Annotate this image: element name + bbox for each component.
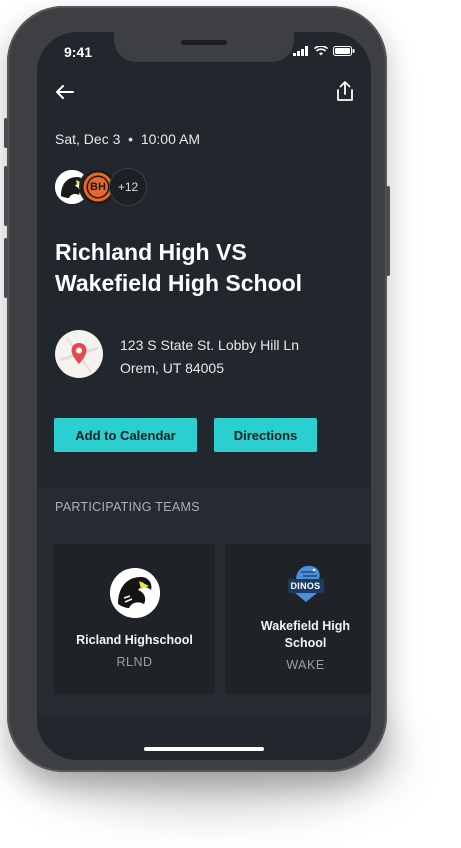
mute-switch (4, 118, 8, 148)
map-thumbnail[interactable] (55, 330, 103, 378)
signal-icon (293, 46, 308, 56)
event-location[interactable]: 123 S State St. Lobby Hill Ln Orem, UT 8… (55, 330, 299, 380)
team-name: Ricland Highschool (76, 633, 193, 647)
status-time: 9:41 (64, 44, 93, 60)
team-card[interactable]: Ricland Highschool RLND (54, 544, 215, 694)
volume-up-button (4, 166, 8, 226)
team-name: Wakefield High School (260, 619, 351, 650)
dinos-logo-text: DINOS (290, 581, 321, 591)
volume-down-button (4, 238, 8, 298)
map-pin-icon (56, 331, 102, 377)
add-to-calendar-button[interactable]: Add to Calendar (54, 418, 197, 452)
phone-frame: 9:41 Sat, Dec 3 • 10:00 AM BH +12 Richla… (4, 6, 390, 772)
share-icon[interactable] (335, 80, 355, 102)
battery-icon (333, 46, 355, 56)
address-line1: 123 S State St. Lobby Hill Ln (120, 337, 299, 353)
address-line2: Orem, UT 84005 (120, 360, 225, 376)
event-title: Richland High VS Wakefield High School (55, 237, 355, 299)
teams-list: Ricland Highschool RLND DINOS Wakefield … (37, 526, 371, 716)
app-screen: 9:41 Sat, Dec 3 • 10:00 AM BH +12 Richla… (37, 32, 371, 760)
team-abbreviation: WAKE (286, 658, 325, 672)
event-datetime: Sat, Dec 3 • 10:00 AM (55, 131, 200, 147)
team-card[interactable]: DINOS Wakefield High School WAKE (225, 544, 371, 694)
arrow-left-icon[interactable] (55, 84, 75, 100)
notch (114, 32, 294, 62)
power-button (386, 186, 390, 276)
event-title-line1: Richland High VS (55, 239, 247, 265)
address: 123 S State St. Lobby Hill Ln Orem, UT 8… (120, 334, 299, 380)
directions-button[interactable]: Directions (214, 418, 317, 452)
home-indicator[interactable] (144, 747, 264, 751)
team-abbreviation: RLND (116, 655, 153, 669)
more-attendees-badge[interactable]: +12 (109, 168, 147, 206)
dinos-logo-icon: DINOS (281, 562, 331, 606)
tiger-logo-icon (109, 568, 160, 618)
status-icons (293, 46, 355, 56)
wifi-icon (314, 46, 328, 56)
participating-teams-header: PARTICIPATING TEAMS (37, 488, 371, 526)
event-title-line2: Wakefield High School (55, 270, 303, 296)
speaker-grille (181, 40, 227, 45)
attendee-avatars[interactable]: BH +12 (53, 168, 173, 212)
